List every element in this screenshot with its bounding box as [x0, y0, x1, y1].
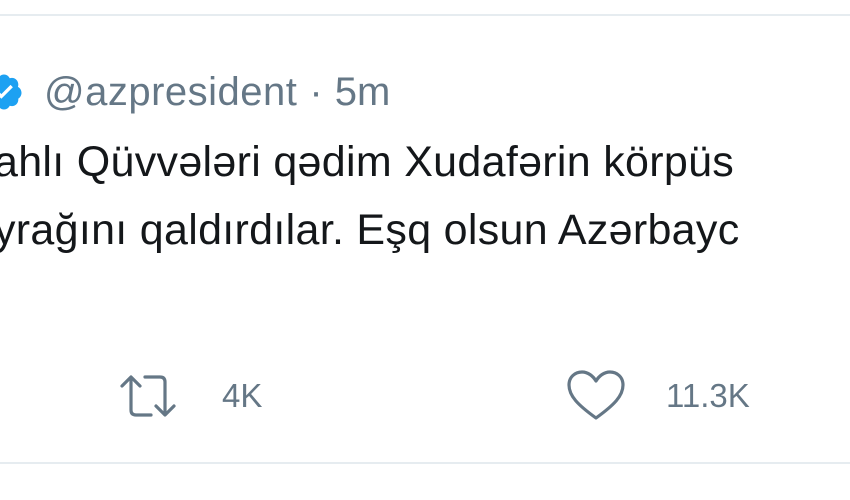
like-button[interactable]: 11.3K — [566, 368, 750, 424]
header-separator: · — [309, 69, 323, 114]
retweet-count: 4K — [222, 377, 263, 414]
tweet-card: @azpresident · 5m ahlı Qüvvələri qədim X… — [0, 0, 850, 500]
retweet-button[interactable]: 4K — [118, 368, 262, 424]
verified-badge-icon — [0, 72, 24, 112]
tweet-header: @azpresident · 5m — [0, 66, 390, 118]
top-divider — [0, 14, 850, 16]
tweet-text-line-2: yrağını qaldırdılar. Eşq olsun Azərbayc — [0, 206, 740, 254]
retweet-icon — [118, 370, 178, 422]
bottom-divider — [0, 462, 850, 464]
like-count: 11.3K — [666, 377, 750, 414]
tweet-timestamp[interactable]: 5m — [335, 70, 391, 115]
user-handle[interactable]: @azpresident — [44, 70, 297, 115]
heart-icon — [566, 369, 626, 423]
tweet-text-line-1: ahlı Qüvvələri qədim Xudafərin körpüs — [0, 138, 735, 186]
